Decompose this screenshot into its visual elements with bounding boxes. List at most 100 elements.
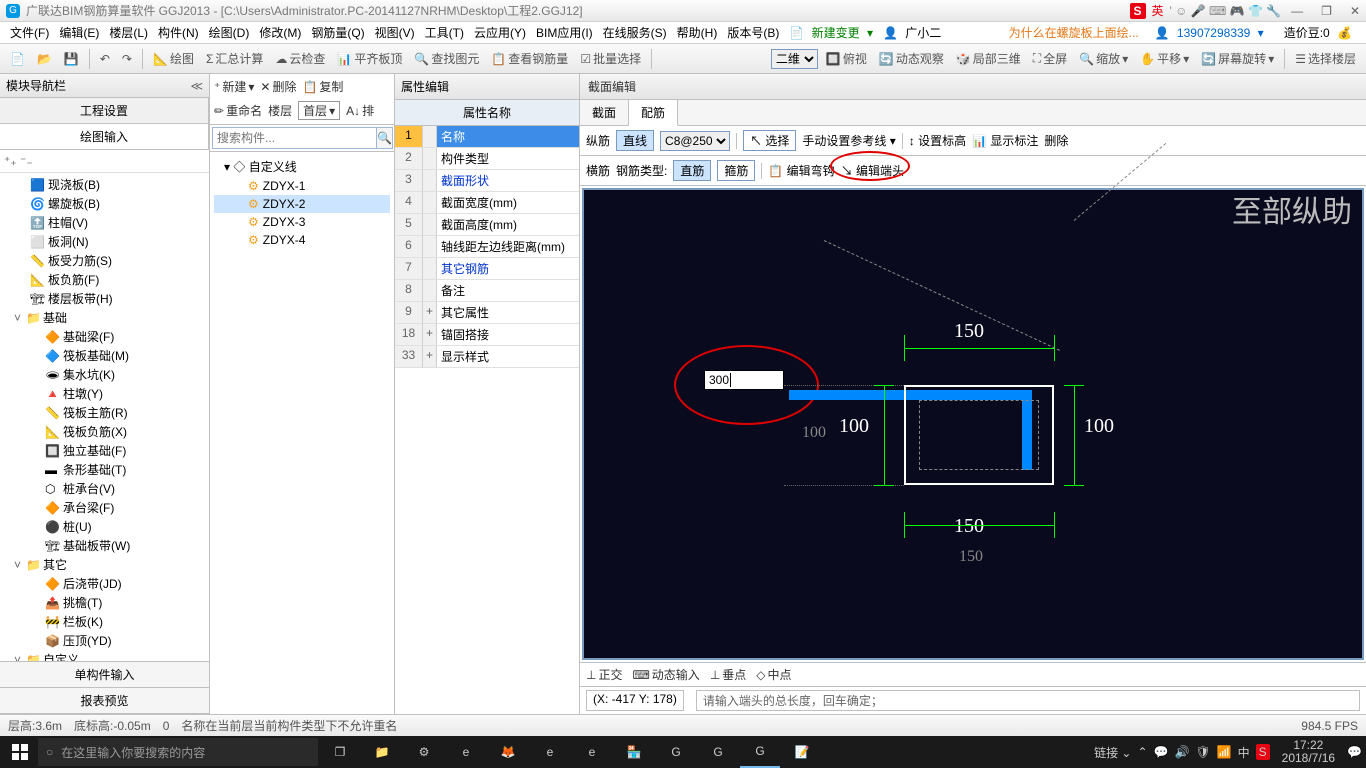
task-view-icon[interactable]: ❐	[320, 736, 360, 768]
stirrup-button[interactable]: 箍筋	[717, 160, 755, 181]
tray-icon[interactable]: 💬	[1154, 745, 1169, 759]
close-button[interactable]: ✕	[1350, 4, 1360, 18]
tray-sogou-icon[interactable]: S	[1256, 744, 1270, 760]
menu-tools[interactable]: 工具(T)	[421, 22, 468, 43]
tree-item[interactable]: ⚫桩(U)	[0, 517, 209, 536]
tree-item[interactable]: 🕳集水坑(K)	[0, 365, 209, 384]
menu-file[interactable]: 文件(F)	[6, 22, 53, 43]
taskbar-app-icon[interactable]: e	[446, 736, 486, 768]
menu-help[interactable]: 帮助(H)	[673, 22, 722, 43]
taskbar-search[interactable]: ○ 在这里输入你要搜索的内容	[38, 738, 318, 766]
set-elevation-button[interactable]: ↕ 设置标高	[909, 132, 966, 149]
tab-draw-input[interactable]: 绘图输入	[0, 124, 209, 149]
tray-icon[interactable]: ⌃	[1137, 745, 1147, 759]
tree-item[interactable]: 🔷筏板基础(M)	[0, 346, 209, 365]
tree-group-custom[interactable]: ˅📁自定义	[0, 650, 209, 661]
tree-item[interactable]: 📐筏板负筋(X)	[0, 422, 209, 441]
length-input[interactable]: 300	[704, 370, 784, 390]
tree-item[interactable]: 📐板负筋(F)	[0, 270, 209, 289]
taskbar-app-icon[interactable]: G	[740, 736, 780, 768]
redo-button[interactable]: ↷	[118, 50, 136, 68]
menu-view[interactable]: 视图(V)	[371, 22, 419, 43]
phone-label[interactable]: 👤 13907298339 ▾	[1151, 24, 1268, 42]
component-item-selected[interactable]: ⚙ZDYX-2	[214, 195, 390, 213]
menu-floor[interactable]: 楼层(L)	[105, 22, 152, 43]
level-select[interactable]: 首层 ▾	[298, 101, 340, 120]
line-button[interactable]: 直线	[616, 130, 654, 151]
tray-notifications-icon[interactable]: 💬	[1347, 745, 1362, 759]
tray-icon[interactable]: 📶	[1217, 745, 1232, 759]
tree-item[interactable]: 🔶后浇带(JD)	[0, 574, 209, 593]
align-top-button[interactable]: 📊 平齐板顶	[333, 48, 406, 69]
edit-end-button[interactable]: ↘ 编辑端头	[841, 162, 904, 179]
delete-rebar-button[interactable]: 删除	[1044, 132, 1068, 149]
tray-icon[interactable]: 🛡	[1195, 745, 1210, 759]
tree-item[interactable]: 🔶基础梁(F)	[0, 327, 209, 346]
rename-button[interactable]: ✏ 重命名	[214, 101, 262, 120]
batch-select-button[interactable]: ☑ 批量选择	[576, 48, 645, 69]
fullscreen-button[interactable]: ⛶ 全屏	[1029, 48, 1071, 69]
user-button[interactable]: 👤 广小二	[879, 22, 949, 43]
tree-item[interactable]: 🏗基础板带(W)	[0, 536, 209, 555]
tree-item[interactable]: 🟦现浇板(B)	[0, 175, 209, 194]
edit-bend-button[interactable]: 📋 编辑弯钩	[768, 162, 834, 179]
new-file-button[interactable]: 📄	[6, 50, 29, 68]
save-button[interactable]: 💾	[60, 50, 83, 68]
local-3d-button[interactable]: 🎲 局部三维	[952, 48, 1025, 69]
ortho-toggle[interactable]: ⊥ 正交	[586, 666, 622, 683]
menu-online[interactable]: 在线服务(S)	[599, 22, 671, 43]
new-change-button[interactable]: 📄 新建变更 ▾	[785, 22, 877, 43]
search-input[interactable]	[212, 127, 377, 149]
rotate-screen-button[interactable]: 🔄 屏幕旋转 ▾	[1197, 48, 1278, 69]
maximize-button[interactable]: ❐	[1321, 4, 1332, 18]
tree-item[interactable]: 🌀螺旋板(B)	[0, 194, 209, 213]
tree-group-foundation[interactable]: ˅📁基础	[0, 308, 209, 327]
draw-button[interactable]: 📐 绘图	[149, 48, 198, 69]
prop-row-name[interactable]: 1名称	[395, 126, 579, 148]
select-button[interactable]: ↖ 选择	[743, 130, 796, 151]
taskbar-app-icon[interactable]: 📁	[362, 736, 402, 768]
tree-item[interactable]: 🔶承台梁(F)	[0, 498, 209, 517]
prop-row[interactable]: 2构件类型	[395, 148, 579, 170]
menu-modify[interactable]: 修改(M)	[255, 22, 305, 43]
tree-item[interactable]: 📏筏板主筋(R)	[0, 403, 209, 422]
minimize-button[interactable]: —	[1291, 4, 1303, 18]
menu-rebar[interactable]: 钢筋量(Q)	[307, 22, 368, 43]
tab-section[interactable]: 截面	[580, 100, 629, 125]
tray-ime[interactable]: 中	[1238, 744, 1250, 761]
orbit-button[interactable]: 🔄 动态观察	[875, 48, 948, 69]
tray-link[interactable]: 链接 ⌄	[1094, 744, 1131, 761]
tab-single-input[interactable]: 单构件输入	[0, 662, 209, 688]
credit-label[interactable]: 造价豆:0 💰	[1276, 22, 1356, 43]
snap-mid-toggle[interactable]: ◇ 中点	[756, 666, 791, 683]
tab-reinforcement[interactable]: 配筋	[629, 100, 678, 126]
view-mode-select[interactable]: 二维	[771, 49, 818, 69]
prop-row[interactable]: 33+显示样式	[395, 346, 579, 368]
select-floor-button[interactable]: ☰ 选择楼层	[1291, 48, 1360, 69]
tree-item[interactable]: 🚧栏板(K)	[0, 612, 209, 631]
start-button[interactable]	[4, 736, 36, 768]
component-item[interactable]: ⚙ZDYX-1	[214, 177, 390, 195]
undo-button[interactable]: ↶	[96, 50, 114, 68]
taskbar-app-icon[interactable]: e	[572, 736, 612, 768]
sum-button[interactable]: Σ 汇总计算	[202, 48, 267, 69]
taskbar-app-icon[interactable]: 🏪	[614, 736, 654, 768]
cloud-check-button[interactable]: ☁ 云检查	[271, 48, 329, 69]
tree-item[interactable]: 🔺柱墩(Y)	[0, 384, 209, 403]
notice-link[interactable]: 为什么在螺旋板上面绘...	[1005, 22, 1143, 43]
pan-button[interactable]: ✋ 平移 ▾	[1136, 48, 1193, 69]
prop-row[interactable]: 18+锚固搭接	[395, 324, 579, 346]
prop-row[interactable]: 8备注	[395, 280, 579, 302]
sort-button[interactable]: A↓ 排	[346, 101, 374, 120]
tab-report-preview[interactable]: 报表预览	[0, 688, 209, 714]
menu-draw[interactable]: 绘图(D)	[205, 22, 254, 43]
tree-root[interactable]: ▾ ◇ 自定义线	[214, 156, 390, 177]
taskbar-app-icon[interactable]: G	[656, 736, 696, 768]
tray-icon[interactable]: 🔊	[1174, 745, 1189, 759]
tab-project-settings[interactable]: 工程设置	[0, 98, 209, 123]
cad-canvas[interactable]: 至部纵助 150 300 100	[582, 188, 1364, 660]
tree-item[interactable]: ▬条形基础(T)	[0, 460, 209, 479]
tree-group-other[interactable]: ˅📁其它	[0, 555, 209, 574]
show-label-button[interactable]: 📊 显示标注	[972, 132, 1038, 149]
prop-row[interactable]: 6轴线距左边线距离(mm)	[395, 236, 579, 258]
